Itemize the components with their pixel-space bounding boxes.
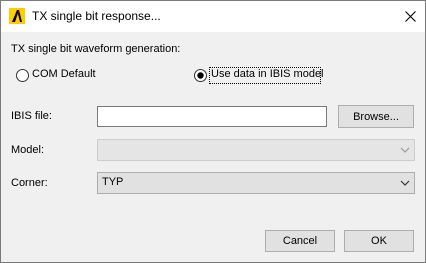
radio-com-default-label[interactable]: COM Default [32, 68, 96, 80]
ibis-file-label: IBIS file: [11, 110, 52, 122]
radio-use-ibis-data-label[interactable]: Use data in IBIS model [211, 68, 324, 80]
close-button[interactable] [395, 1, 425, 32]
window-title: TX single bit response... [32, 9, 161, 23]
radio-use-ibis-data[interactable] [194, 69, 207, 82]
dialog-window: TX single bit response... TX single bit … [0, 0, 426, 263]
model-label: Model: [11, 144, 45, 156]
title-bar[interactable]: TX single bit response... [1, 1, 425, 32]
chevron-down-icon [400, 180, 410, 186]
close-icon [404, 11, 416, 22]
corner-select-value: TYP [102, 176, 124, 188]
cancel-button[interactable]: Cancel [265, 230, 335, 252]
model-select[interactable] [97, 139, 415, 161]
chevron-down-icon [400, 147, 410, 153]
app-logo-icon [9, 8, 25, 24]
browse-button[interactable]: Browse... [338, 105, 414, 128]
ibis-file-input[interactable] [97, 106, 327, 127]
ok-button[interactable]: OK [344, 230, 414, 252]
corner-label: Corner: [11, 177, 48, 189]
corner-select[interactable]: TYP [97, 172, 415, 194]
waveform-generation-label: TX single bit waveform generation: [11, 43, 181, 55]
radio-com-default[interactable] [16, 69, 29, 82]
